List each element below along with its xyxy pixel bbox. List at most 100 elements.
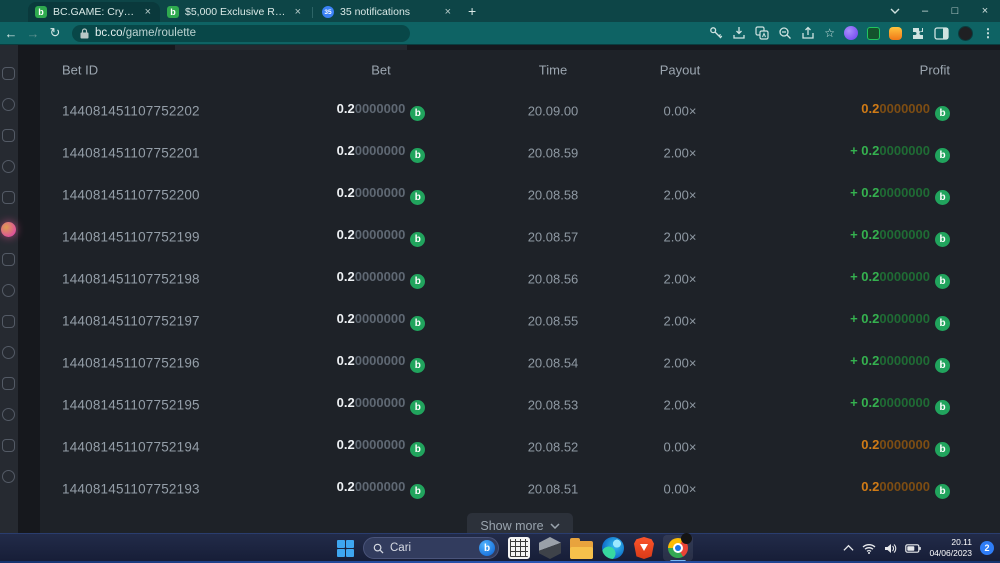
sidebar-menu-icon[interactable] [2,408,15,421]
coin-icon: b [410,442,425,457]
back-icon[interactable]: ← [0,26,22,41]
bookmark-star-icon[interactable]: ☆ [824,26,835,40]
close-window-button[interactable]: × [970,0,1000,22]
extension-orange-icon[interactable] [889,27,902,40]
file-explorer-icon[interactable] [570,541,593,559]
show-more-button[interactable]: Show more [467,513,573,533]
taskbar-app-hexagon-icon[interactable] [539,537,561,559]
sidebar-menu-icon[interactable] [2,284,15,297]
side-panel-icon[interactable] [934,27,949,40]
tab-notifications[interactable]: 35 35 notifications × [315,2,460,22]
sidebar-menu-icon[interactable] [2,98,15,111]
bet-id-cell: 144081451107752195 [62,398,200,413]
edge-browser-icon[interactable] [602,537,624,559]
notifications-favicon-icon: 35 [322,6,334,18]
close-tab-icon[interactable]: × [443,6,453,18]
sidebar-menu-icon[interactable] [2,346,15,359]
chrome-profile-badge [681,533,692,544]
zoom-icon[interactable] [778,26,792,40]
chrome-browser-icon[interactable] [663,535,693,561]
close-tab-icon[interactable]: × [143,6,153,18]
sidebar-menu-icon[interactable] [2,377,15,390]
table-row[interactable]: 1440814511077522020.20000000b20.09.000.0… [40,90,1000,132]
bet-cell: 0.20000000b [300,227,462,247]
table-row[interactable]: 1440814511077521990.20000000b20.08.572.0… [40,216,1000,258]
extension-green-icon[interactable] [867,27,880,40]
profit-cell: + 0.20000000b [850,311,950,331]
coin-icon: b [410,148,425,163]
install-icon[interactable] [732,26,746,40]
coin-icon: b [410,274,425,289]
address-bar[interactable]: bc.co/game/roulette [72,25,410,42]
payout-cell: 0.00× [605,482,755,497]
coin-icon: b [935,400,950,415]
bet-cell: 0.20000000b [300,311,462,331]
start-button[interactable] [337,540,354,557]
maximize-button[interactable]: □ [940,0,970,22]
table-row[interactable]: 1440814511077522000.20000000b20.08.582.0… [40,174,1000,216]
minimize-button[interactable]: – [910,0,940,22]
wifi-icon[interactable] [862,543,876,554]
screen: b BC.GAME: Crypto Casino Games × b $5,00… [0,0,1000,563]
tab-separator [312,7,313,18]
payout-cell: 2.00× [605,272,755,287]
coin-icon: b [410,400,425,415]
brave-browser-icon[interactable] [634,537,654,559]
close-tab-icon[interactable]: × [293,6,303,18]
sidebar-menu-icon[interactable] [2,253,15,266]
speaker-icon[interactable] [884,543,897,554]
tray-chevron-up-icon[interactable] [843,544,854,552]
sidebar-menu-icon[interactable] [2,129,15,142]
reload-icon[interactable]: ↻ [44,25,66,41]
sidebar-menu-icon[interactable] [2,191,15,204]
coin-icon: b [935,484,950,499]
coin-icon: b [410,358,425,373]
table-row[interactable]: 1440814511077521930.20000000b20.08.510.0… [40,468,1000,510]
table-row[interactable]: 1440814511077521980.20000000b20.08.562.0… [40,258,1000,300]
profit-cell: 0.20000000b [861,479,950,499]
clock-date: 04/06/2023 [929,548,972,559]
menu-dots-icon[interactable]: ⋮ [982,26,994,40]
tab-roulette-promo[interactable]: b $5,000 Exclusive Roulette Prestig × [160,2,310,22]
forward-icon[interactable]: → [22,26,44,41]
tab-bcgame[interactable]: b BC.GAME: Crypto Casino Games × [28,2,160,22]
translate-icon[interactable] [755,26,769,40]
table-row[interactable]: 1440814511077521950.20000000b20.08.532.0… [40,384,1000,426]
tab-title: $5,000 Exclusive Roulette Prestig [185,6,287,18]
sidebar-menu-icon[interactable] [2,315,15,328]
bet-cell: 0.20000000b [300,353,462,373]
tab-search-chevron-icon[interactable] [880,0,910,22]
table-row[interactable]: 1440814511077521940.20000000b20.08.520.0… [40,426,1000,468]
sidebar-menu-icon[interactable] [2,67,15,80]
notification-count-badge[interactable]: 2 [980,541,994,555]
sidebar-active-game-icon[interactable] [1,222,16,237]
lock-icon [80,28,89,39]
new-tab-button[interactable]: + [468,3,476,19]
table-row[interactable]: 1440814511077522010.20000000b20.08.592.0… [40,132,1000,174]
coin-icon: b [935,106,950,121]
extensions-puzzle-icon[interactable] [911,26,925,40]
header-bet-id: Bet ID [62,63,98,78]
taskbar-clock[interactable]: 20.11 04/06/2023 [929,537,972,559]
sidebar-menu-icon[interactable] [2,160,15,173]
sidebar-menu-icon[interactable] [2,439,15,452]
password-key-icon[interactable] [709,26,723,40]
table-row[interactable]: 1440814511077521970.20000000b20.08.552.0… [40,300,1000,342]
clock-time: 20.11 [929,537,972,548]
extension-purple-icon[interactable] [844,26,858,40]
share-icon[interactable] [801,26,815,40]
bet-id-cell: 144081451107752201 [62,146,200,161]
table-row[interactable]: 1440814511077521960.20000000b20.08.542.0… [40,342,1000,384]
sidebar-menu-icon[interactable] [2,470,15,483]
profit-cell: + 0.20000000b [850,353,950,373]
game-sidebar [0,45,18,533]
bet-id-cell: 144081451107752202 [62,104,200,119]
battery-icon[interactable] [905,544,921,553]
payout-cell: 2.00× [605,146,755,161]
taskbar-app-grid-game-icon[interactable] [508,537,530,559]
bet-id-cell: 144081451107752194 [62,440,200,455]
bcgame-favicon-icon: b [35,6,47,18]
page-content: Bet ID Bet Time Payout Profit 1440814511… [0,45,1000,533]
taskbar-search[interactable]: Cari b [363,537,499,559]
profile-avatar[interactable] [958,26,973,41]
